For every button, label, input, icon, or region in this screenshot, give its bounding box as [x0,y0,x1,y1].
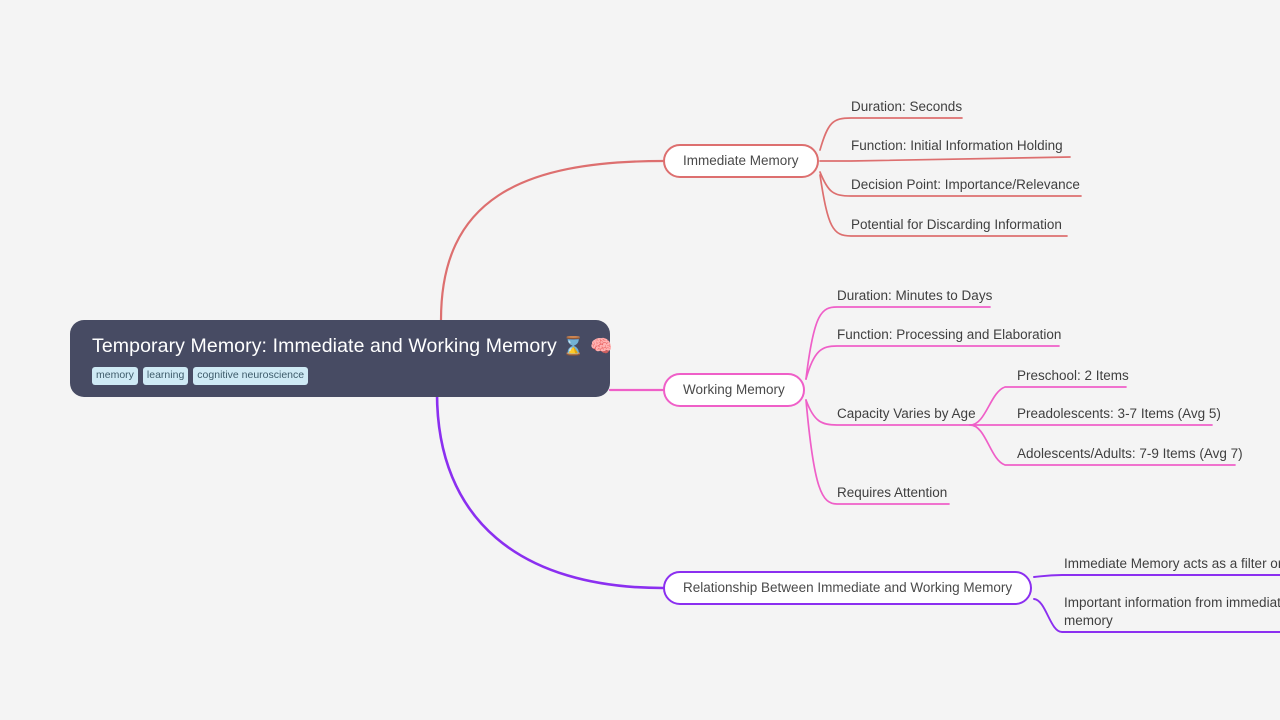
leaf-label: Preschool: 2 Items [1017,368,1129,383]
leaf-label: Function: Initial Information Holding [851,138,1063,153]
hourglass-brain-icon: ⌛ 🧠 [562,336,613,356]
leaf-duration-minutes-to-days[interactable]: Duration: Minutes to Days [837,287,992,305]
connector-root-immediate [439,159,665,322]
leaf-duration-seconds[interactable]: Duration: Seconds [851,98,962,116]
tag-cognitive-neuroscience[interactable]: cognitive neuroscience [193,367,309,385]
leaf-important-information-from-immediate-memory[interactable]: Important information from immediate mem… [1064,594,1280,630]
tag-learning[interactable]: learning [142,367,189,385]
root-title-text: Temporary Memory: Immediate and Working … [92,335,557,357]
leaf-adolescents-adults-7-9-items[interactable]: Adolescents/Adults: 7-9 Items (Avg 7) [1017,445,1243,463]
leaf-label: Potential for Discarding Information [851,217,1062,232]
leaf-immediate-memory-acts-as-filter[interactable]: Immediate Memory acts as a filter or [1064,555,1280,573]
leaf-label: Capacity Varies by Age [837,406,976,421]
leaf-function-initial-information-holding[interactable]: Function: Initial Information Holding [851,137,1063,155]
leaf-function-processing-and-elaboration[interactable]: Function: Processing and Elaboration [837,326,1061,344]
mindmap-canvas: Temporary Memory: Immediate and Working … [0,0,1280,720]
root-tag-list: memory learning cognitive neuroscience [92,367,588,385]
branch-label-relationship: Relationship Between Immediate and Worki… [683,580,1013,595]
leaf-capacity-varies-by-age[interactable]: Capacity Varies by Age [837,405,976,423]
root-title: Temporary Memory: Immediate and Working … [92,334,612,358]
leaf-decision-point-importance-relevance[interactable]: Decision Point: Importance/Relevance [851,176,1080,194]
leaf-label: Decision Point: Importance/Relevance [851,177,1080,192]
leaf-label: Duration: Minutes to Days [837,288,993,303]
leaf-label: Function: Processing and Elaboration [837,327,1062,342]
leaf-potential-for-discarding-information[interactable]: Potential for Discarding Information [851,216,1062,234]
branch-node-relationship[interactable]: Relationship Between Immediate and Worki… [663,571,1033,605]
leaf-label: Requires Attention [837,485,948,500]
leaf-preadolescents-3-7-items[interactable]: Preadolescents: 3-7 Items (Avg 5) [1017,405,1221,423]
leaf-label: Important information from immediate mem… [1064,595,1280,629]
leaf-label: Preadolescents: 3-7 Items (Avg 5) [1017,406,1221,421]
branch-label-immediate-memory: Immediate Memory [683,153,799,168]
connector-relationship-child-0 [1033,574,1280,578]
leaf-preschool-2-items[interactable]: Preschool: 2 Items [1017,367,1129,385]
connector-root-relationship [435,391,665,590]
leaf-label: Adolescents/Adults: 7-9 Items (Avg 7) [1017,446,1243,461]
root-node[interactable]: Temporary Memory: Immediate and Working … [70,320,612,397]
leaf-requires-attention[interactable]: Requires Attention [837,484,947,502]
tag-memory[interactable]: memory [92,367,138,385]
branch-node-immediate-memory[interactable]: Immediate Memory [663,144,819,178]
branch-label-working-memory: Working Memory [683,382,785,397]
leaf-label: Duration: Seconds [851,99,963,114]
connector-immediate-child-1 [819,156,1071,162]
leaf-label: Immediate Memory acts as a filter or [1064,556,1280,571]
branch-node-working-memory[interactable]: Working Memory [663,373,805,407]
